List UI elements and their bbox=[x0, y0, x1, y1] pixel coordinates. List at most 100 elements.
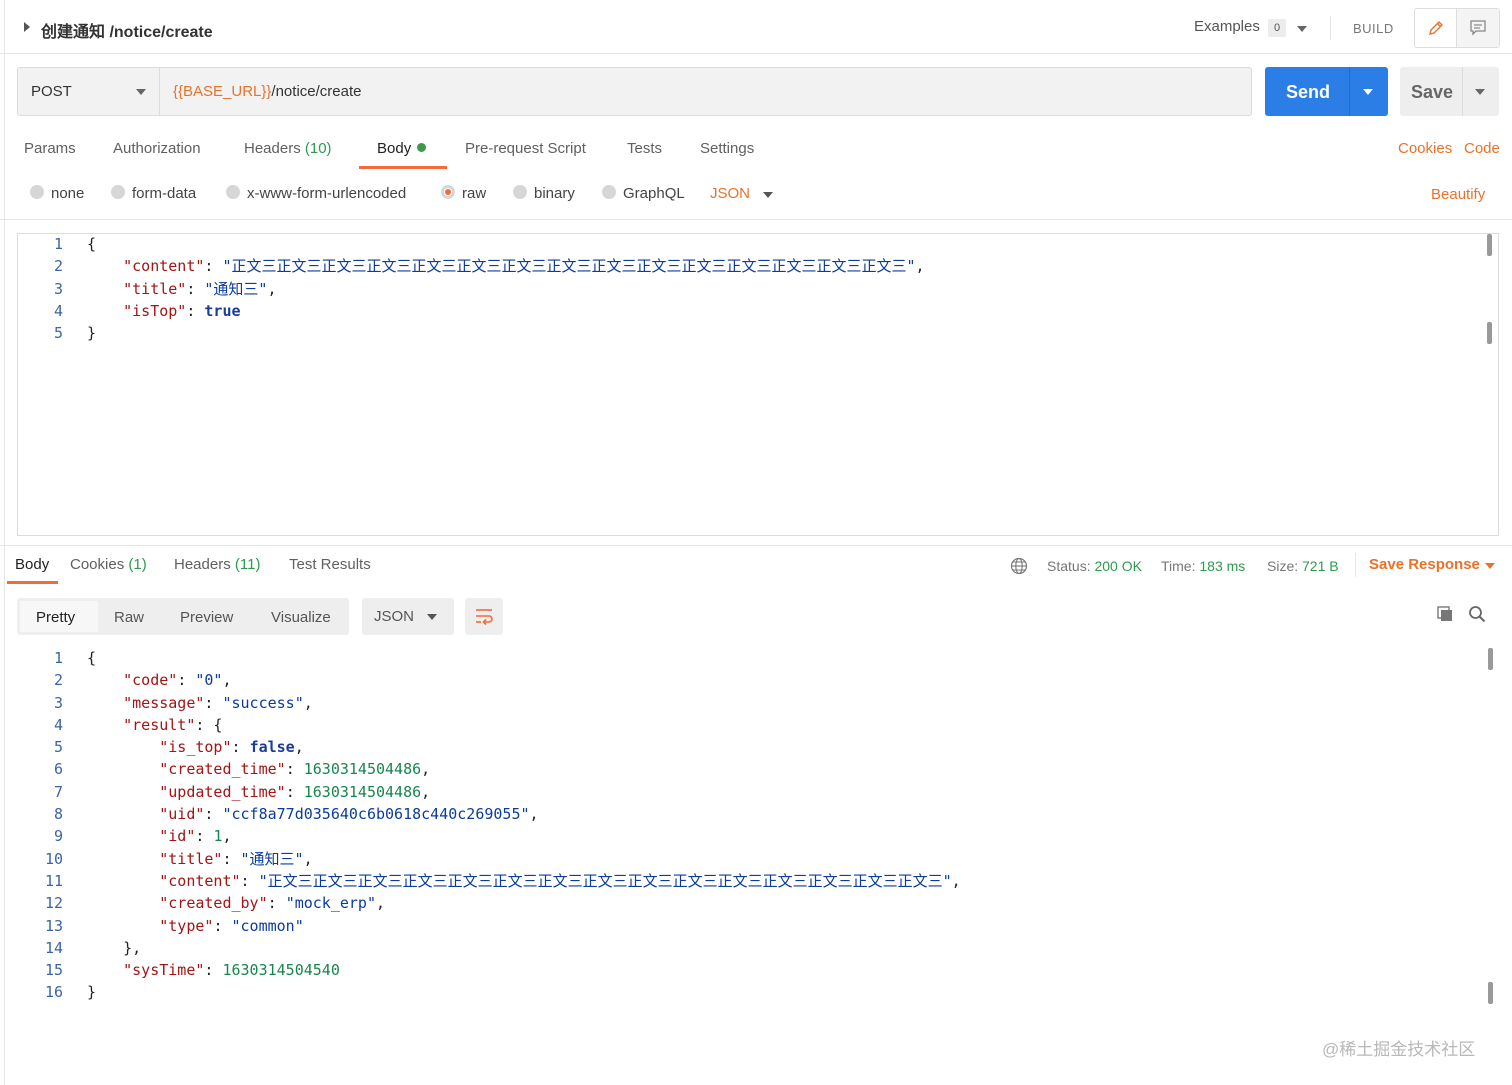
code-line: } bbox=[87, 981, 961, 1003]
code-line: "title": "通知三", bbox=[87, 278, 925, 300]
view-preview[interactable]: Preview bbox=[180, 609, 233, 626]
line-number: 14 bbox=[44, 938, 63, 957]
code-token: , bbox=[376, 894, 386, 913]
code-token: : bbox=[222, 849, 241, 868]
radio-raw[interactable]: raw bbox=[441, 185, 486, 202]
chevron-down-icon[interactable] bbox=[763, 192, 773, 198]
line-number: 2 bbox=[53, 257, 63, 276]
divider bbox=[1330, 16, 1331, 40]
response-tab-headers-count: (11) bbox=[234, 556, 261, 573]
view-visualize[interactable]: Visualize bbox=[271, 609, 331, 626]
code-token: , bbox=[421, 760, 431, 779]
search-icon[interactable] bbox=[1468, 605, 1486, 623]
edit-mode-button[interactable] bbox=[1415, 9, 1457, 47]
code-line: "result": { bbox=[87, 714, 961, 736]
tab-params[interactable]: Params bbox=[24, 140, 76, 157]
code-token: : bbox=[204, 693, 223, 712]
code-token: "通知三" bbox=[204, 279, 268, 298]
examples-button[interactable]: Examples bbox=[1194, 18, 1260, 35]
code-token: "isTop" bbox=[123, 301, 187, 320]
code-token: } bbox=[87, 983, 97, 1002]
cookies-link[interactable]: Cookies bbox=[1398, 140, 1452, 157]
chevron-down-icon bbox=[1485, 563, 1495, 569]
request-title[interactable]: 创建通知 /notice/create bbox=[41, 18, 213, 42]
code-token: , bbox=[303, 693, 313, 712]
code-token: "created_time" bbox=[159, 760, 286, 779]
response-tab-test-results[interactable]: Test Results bbox=[289, 556, 371, 573]
code-token: "is_top" bbox=[159, 738, 232, 757]
scrollbar[interactable] bbox=[1488, 982, 1493, 1004]
code-line: "content": "正文三正文三正文三正文三正文三正文三正文三正文三正文三正… bbox=[87, 255, 925, 277]
code-line: "id": 1, bbox=[87, 825, 961, 847]
watermark: @稀土掘金技术社区 bbox=[1322, 1040, 1476, 1059]
response-line-numbers: 1 2 3 4 5 6 7 8 9 10 11 12 13 14 15 16 bbox=[33, 647, 63, 1004]
url-path: /notice/create bbox=[271, 83, 362, 100]
request-body-code[interactable]: { "content": "正文三正文三正文三正文三正文三正文三正文三正文三正文… bbox=[87, 233, 925, 344]
line-number: 4 bbox=[53, 301, 63, 320]
mode-toggle bbox=[1414, 8, 1500, 48]
scrollbar[interactable] bbox=[1487, 322, 1492, 344]
body-format-select[interactable]: JSON bbox=[710, 185, 750, 202]
tab-authorization[interactable]: Authorization bbox=[113, 140, 201, 157]
comments-mode-button[interactable] bbox=[1457, 9, 1499, 47]
send-options-icon[interactable] bbox=[1363, 89, 1373, 95]
tab-settings[interactable]: Settings bbox=[700, 140, 754, 157]
code-line: "message": "success", bbox=[87, 692, 961, 714]
response-body-code[interactable]: { "code": "0", "message": "success", "re… bbox=[87, 647, 961, 1004]
code-token: "success" bbox=[222, 693, 304, 712]
save-button[interactable]: Save bbox=[1400, 67, 1499, 116]
url-input[interactable]: {{BASE_URL}}/notice/create bbox=[173, 83, 361, 100]
save-response-button[interactable]: Save Response bbox=[1369, 556, 1495, 573]
left-border bbox=[4, 0, 5, 1085]
tab-body[interactable]: Body bbox=[377, 140, 427, 157]
scrollbar[interactable] bbox=[1488, 648, 1493, 670]
code-line: } bbox=[87, 322, 925, 344]
send-label: Send bbox=[1286, 82, 1331, 102]
code-line: "isTop": true bbox=[87, 300, 925, 322]
save-options-icon[interactable] bbox=[1475, 89, 1485, 95]
view-raw[interactable]: Raw bbox=[114, 609, 144, 626]
code-token: : bbox=[240, 871, 259, 890]
response-tab-headers[interactable]: Headers (11) bbox=[174, 556, 260, 573]
send-button[interactable]: Send bbox=[1265, 67, 1388, 116]
globe-icon[interactable] bbox=[1010, 557, 1028, 575]
code-link[interactable]: Code bbox=[1464, 140, 1500, 157]
collapse-caret-icon[interactable] bbox=[24, 22, 30, 32]
response-format-select[interactable]: JSON bbox=[362, 598, 454, 635]
method-value: POST bbox=[31, 83, 72, 100]
response-tab-cookies[interactable]: Cookies (1) bbox=[70, 556, 147, 573]
beautify-link[interactable]: Beautify bbox=[1431, 186, 1485, 203]
method-select[interactable]: POST bbox=[18, 68, 160, 115]
tab-tests[interactable]: Tests bbox=[627, 140, 662, 157]
tab-headers[interactable]: Headers (10) bbox=[244, 140, 332, 157]
line-number: 1 bbox=[53, 649, 63, 667]
code-token: "code" bbox=[123, 671, 178, 690]
view-pretty[interactable]: Pretty bbox=[36, 609, 75, 626]
comment-icon bbox=[1470, 20, 1486, 36]
radio-urlencoded[interactable]: x-www-form-urlencoded bbox=[226, 185, 406, 202]
code-token: , bbox=[915, 257, 925, 276]
examples-dropdown-icon[interactable] bbox=[1297, 26, 1307, 32]
request-line-numbers: 1 2 3 4 5 bbox=[33, 233, 63, 344]
copy-icon[interactable] bbox=[1436, 605, 1454, 623]
wrap-lines-button[interactable] bbox=[465, 598, 503, 635]
response-tab-body[interactable]: Body bbox=[15, 556, 49, 573]
code-token: "uid" bbox=[159, 805, 205, 824]
code-token: "0" bbox=[195, 671, 223, 690]
code-token: : bbox=[285, 782, 304, 801]
radio-form-data[interactable]: form-data bbox=[111, 185, 196, 202]
code-line: "sysTime": 1630314504540 bbox=[87, 959, 961, 981]
radio-none[interactable]: none bbox=[30, 185, 84, 202]
line-number: 11 bbox=[44, 871, 63, 890]
tab-prerequest-script[interactable]: Pre-request Script bbox=[465, 140, 586, 157]
radio-binary[interactable]: binary bbox=[513, 185, 575, 202]
radio-graphql[interactable]: GraphQL bbox=[602, 185, 685, 202]
code-token: "通知三" bbox=[240, 849, 304, 868]
code-token: "common" bbox=[231, 916, 304, 935]
scrollbar[interactable] bbox=[1487, 234, 1492, 256]
